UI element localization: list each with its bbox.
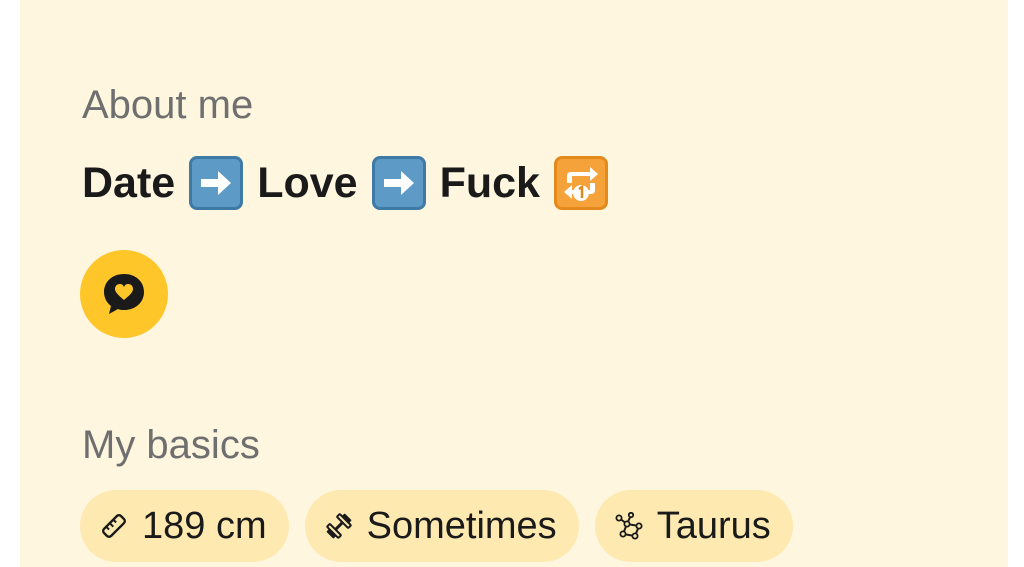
profile-panel: About me Date Love Fuck My basics 189 cm…: [20, 0, 1008, 567]
about-me-heading: About me: [82, 83, 254, 127]
right-arrow-icon: [371, 156, 426, 210]
right-arrow-icon: [189, 156, 244, 210]
zodiac-chip: Taurus: [594, 490, 793, 562]
my-basics-heading: My basics: [82, 423, 260, 467]
bio-text: Date Love Fuck: [82, 155, 608, 211]
basics-chip-list: 189 cm Sometimes Taurus: [80, 490, 793, 562]
prompt-comment-button[interactable]: [80, 250, 168, 338]
repeat-one-icon: [553, 156, 608, 210]
constellation-icon: [615, 512, 643, 540]
ruler-icon: [102, 514, 126, 538]
zodiac-label: Taurus: [656, 504, 771, 547]
bio-word-fuck: Fuck: [439, 158, 540, 207]
height-label: 189 cm: [142, 504, 267, 547]
bio-word-love: Love: [257, 158, 358, 207]
dumbbell-icon: [326, 513, 352, 539]
exercise-label: Sometimes: [366, 504, 557, 547]
height-chip: 189 cm: [80, 490, 289, 562]
chat-heart-icon: [104, 274, 144, 314]
bio-word-date: Date: [82, 158, 176, 207]
exercise-chip: Sometimes: [304, 490, 579, 562]
